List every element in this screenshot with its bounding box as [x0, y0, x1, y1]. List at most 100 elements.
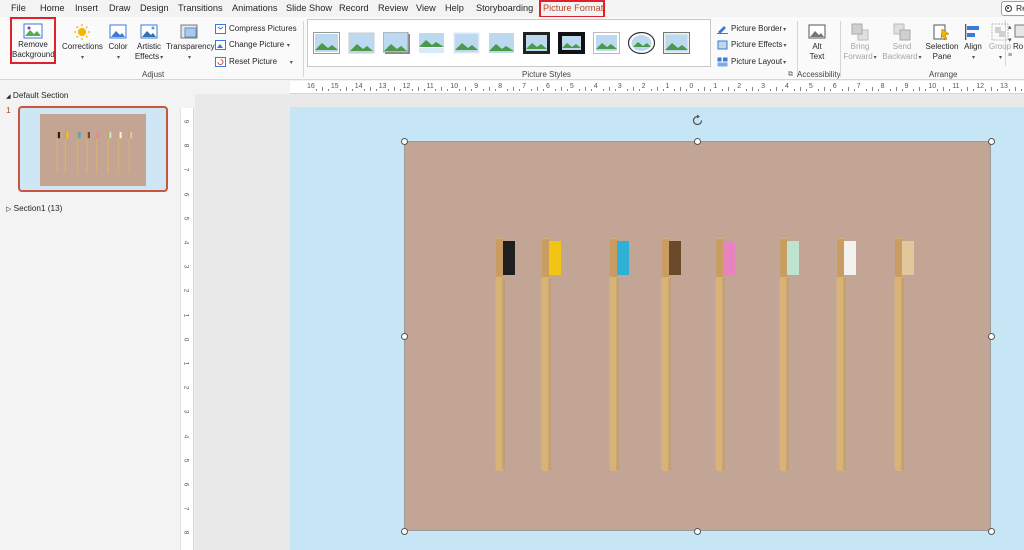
hruler-tick: [513, 87, 515, 91]
hruler-tick-label: 9: [904, 83, 909, 90]
tab-record[interactable]: Record: [339, 3, 369, 13]
toothbrush: [609, 238, 629, 471]
vruler-tick-label: 5: [182, 458, 190, 463]
tab-view[interactable]: View: [416, 3, 436, 13]
hruler-tick-label: 10: [928, 83, 937, 90]
hruler-tick: [387, 89, 389, 91]
slide-thumbnail-picture: [40, 114, 146, 186]
change-picture-button[interactable]: Change Picture ▾: [215, 38, 290, 51]
hruler-tick: [746, 89, 748, 91]
tab-insert[interactable]: Insert: [75, 3, 98, 13]
tab-slide-show[interactable]: Slide Show: [286, 3, 332, 13]
transparency-button[interactable]: Transparency ▾: [166, 23, 215, 63]
style-reflection-icon[interactable]: [418, 32, 445, 54]
resize-handle-bottom-right[interactable]: [988, 528, 995, 535]
hruler-tick: [537, 87, 539, 91]
thumbnail-toothbrushes-image: [56, 131, 133, 174]
style-black-frame-icon[interactable]: [523, 32, 550, 54]
resize-handle-left[interactable]: [401, 333, 408, 340]
hruler-tick: [793, 89, 795, 91]
hruler-tick: [650, 89, 652, 91]
style-thick-black-frame-icon[interactable]: [558, 32, 585, 54]
hruler-tick: [315, 89, 317, 91]
color-button[interactable]: Color ▾: [106, 23, 130, 63]
tab-help[interactable]: Help: [445, 3, 464, 13]
align-icon: [965, 24, 979, 40]
toothbrush-picture[interactable]: [404, 141, 991, 531]
corrections-button[interactable]: Corrections ▾: [62, 23, 103, 63]
resize-handle-top-right[interactable]: [988, 138, 995, 145]
toothbrush: [96, 131, 100, 174]
bring-forward-button[interactable]: Bring Forward▾: [843, 23, 877, 63]
style-shadow-icon[interactable]: [383, 32, 410, 54]
section-default[interactable]: ◢ Default Section: [6, 91, 68, 100]
remove-background-label-1: Remove: [18, 40, 48, 49]
picture-border-button[interactable]: Picture Border▾: [717, 22, 786, 35]
hruler-tick: [961, 89, 963, 91]
hruler-tick-label: 5: [808, 83, 813, 90]
hruler-tick: [632, 87, 634, 91]
hruler-tick: [985, 89, 987, 91]
hruler-tick-label: 0: [689, 83, 694, 90]
hruler-tick: [578, 89, 580, 91]
resize-handle-right[interactable]: [988, 333, 995, 340]
tab-design[interactable]: Design: [140, 3, 169, 13]
picture-layout-button[interactable]: Picture Layout▾: [717, 55, 786, 68]
section-1[interactable]: ▷ Section1 (13): [6, 204, 62, 213]
send-backward-button[interactable]: Send Backward▾: [882, 23, 922, 63]
resize-handle-top-left[interactable]: [401, 138, 408, 145]
hruler-tick: [871, 87, 873, 91]
hruler-tick: [662, 89, 664, 91]
style-oval-icon[interactable]: [628, 32, 655, 54]
resize-handle-top[interactable]: [694, 138, 701, 145]
expand-arrow-icon[interactable]: ▷: [6, 206, 11, 213]
record-button[interactable]: Re: [1001, 1, 1024, 16]
toothbrush: [128, 131, 133, 174]
reset-picture-label: Reset Picture: [229, 57, 278, 66]
style-glow-icon[interactable]: [453, 32, 480, 54]
selection-pane-button[interactable]: Selection Pane: [924, 23, 960, 62]
align-label: Align: [964, 42, 982, 51]
hruler-tick: [919, 87, 921, 91]
remove-background-button[interactable]: Remove Background: [10, 17, 56, 64]
align-button[interactable]: Align ▾: [962, 23, 984, 63]
rotate-handle-icon[interactable]: [691, 114, 704, 127]
tab-file[interactable]: File: [11, 3, 26, 13]
style-drop-shadow-icon[interactable]: [593, 32, 620, 54]
vruler-tick-label: 2: [182, 385, 190, 390]
toothbrush: [86, 131, 91, 174]
collapse-arrow-icon[interactable]: ◢: [6, 94, 11, 100]
style-soft-edge-icon[interactable]: [348, 32, 375, 54]
tab-draw[interactable]: Draw: [109, 3, 130, 13]
style-metal-frame-icon[interactable]: [663, 32, 690, 54]
picture-effects-button[interactable]: Picture Effects▾: [717, 38, 786, 51]
hruler-tick: [704, 87, 706, 91]
artistic-effects-icon: [140, 24, 158, 39]
accessibility-group-label: Accessibility: [797, 70, 841, 79]
style-simple-frame-icon[interactable]: [313, 32, 340, 54]
compress-pictures-button[interactable]: Compress Pictures: [215, 22, 297, 35]
group-button[interactable]: Group ▾: [988, 23, 1012, 63]
hruler-tick: [459, 89, 461, 91]
hruler-tick: [608, 87, 610, 91]
tab-storyboarding[interactable]: Storyboarding: [476, 3, 533, 13]
tab-transitions[interactable]: Transitions: [178, 3, 223, 13]
selection-pane-label-1: Selection: [925, 42, 959, 51]
separator: [797, 21, 798, 77]
resize-handle-bottom-left[interactable]: [401, 528, 408, 535]
hruler-tick: [770, 89, 772, 91]
rotate-button[interactable]: Ro: [1013, 23, 1024, 52]
artistic-effects-button[interactable]: Artistic Effects▾: [134, 23, 164, 63]
hruler-tick: [447, 89, 449, 91]
resize-handle-bottom[interactable]: [694, 528, 701, 535]
picture-styles-launcher-icon[interactable]: ⧉: [788, 71, 793, 79]
slide-thumbnail-1[interactable]: [18, 106, 168, 192]
vruler-tick-label: 7: [182, 506, 190, 511]
hruler-tick: [776, 87, 778, 91]
tab-animations[interactable]: Animations: [232, 3, 277, 13]
alt-text-button[interactable]: Alt Text: [803, 23, 831, 62]
style-bevel-icon[interactable]: [488, 32, 515, 54]
reset-picture-button[interactable]: Reset Picture ▾: [215, 55, 293, 68]
tab-home[interactable]: Home: [40, 3, 65, 13]
tab-review[interactable]: Review: [378, 3, 408, 13]
